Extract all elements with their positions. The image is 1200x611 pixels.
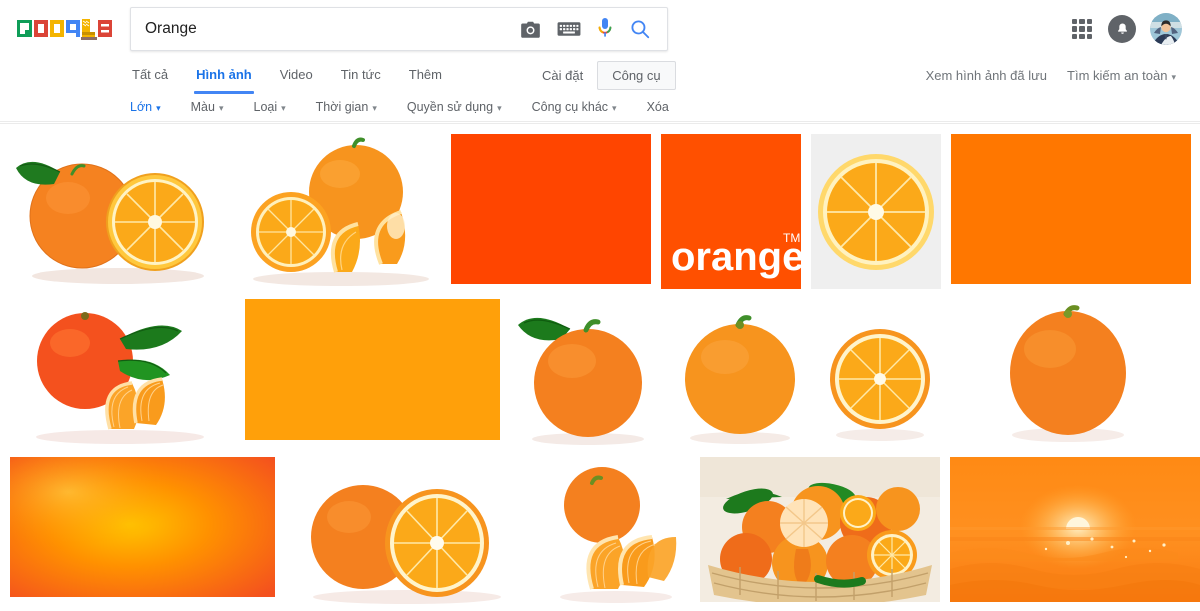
saved-images-link[interactable]: Xem hình ảnh đã lưu xyxy=(926,68,1047,83)
brand-tile-tm: TM xyxy=(783,231,800,245)
result-orange-sunset-illustration[interactable] xyxy=(950,457,1200,602)
filter-color-label: Màu xyxy=(190,99,215,114)
safesearch-label: Tìm kiếm an toàn xyxy=(1067,67,1168,83)
filter-time[interactable]: Thời gian ▾ xyxy=(316,100,393,114)
notifications-bell-icon[interactable] xyxy=(1108,15,1136,43)
camera-icon[interactable] xyxy=(520,20,541,39)
filter-clear[interactable]: Xóa xyxy=(647,100,685,114)
result-orange-with-leaf-stem[interactable] xyxy=(510,299,660,447)
nav-far-right-links: Xem hình ảnh đã lưu Tìm kiếm an toàn ▾ xyxy=(926,68,1186,83)
account-avatar[interactable] xyxy=(1150,13,1182,45)
filter-color[interactable]: Màu ▾ xyxy=(191,100,240,114)
nav-settings-tools: Cài đặt Công cụ xyxy=(542,60,676,90)
keyboard-icon[interactable] xyxy=(557,21,581,37)
filter-type[interactable]: Loại ▾ xyxy=(254,100,302,114)
brand-tile-wordmark: orange xyxy=(671,235,801,279)
chevron-down-icon: ▾ xyxy=(612,102,617,113)
search-box[interactable] xyxy=(130,7,668,51)
search-icon[interactable] xyxy=(629,18,651,40)
search-box-icons xyxy=(520,17,667,41)
tab-all[interactable]: Tất cả xyxy=(130,58,182,92)
result-mandarin-peeled-segments[interactable] xyxy=(540,457,690,605)
result-whole-orange-tall[interactable] xyxy=(950,299,1180,447)
google-logo[interactable] xyxy=(16,12,112,46)
result-orange-with-leaf-and-half[interactable] xyxy=(10,134,226,289)
result-half-orange-slice[interactable] xyxy=(820,299,940,447)
filter-more-tools[interactable]: Công cụ khác ▾ xyxy=(532,100,633,114)
image-filters-row: Lớn ▾ Màu ▾ Loại ▾ Thời gian ▾ Quyền sử dụng… xyxy=(0,92,1200,122)
tab-images[interactable]: Hình ảnh xyxy=(182,58,266,94)
filter-usage-rights-label: Quyền sử dụng xyxy=(406,99,494,114)
filter-size[interactable]: Lớn ▾ xyxy=(130,100,177,114)
header-top-row xyxy=(0,0,1200,58)
tab-news[interactable]: Tin tức xyxy=(327,58,395,92)
result-orange-composition-wedges[interactable] xyxy=(236,134,441,289)
search-input[interactable] xyxy=(131,8,520,50)
filter-usage-rights[interactable]: Quyền sử dụng ▾ xyxy=(407,100,518,114)
filter-more-tools-label: Công cụ khác xyxy=(531,99,609,114)
result-orange-pair-with-half[interactable] xyxy=(285,457,530,605)
settings-link[interactable]: Cài đặt xyxy=(542,68,583,83)
result-orange-slice-cross-section[interactable] xyxy=(811,134,941,289)
result-whole-orange[interactable] xyxy=(670,299,810,447)
chevron-down-icon: ▾ xyxy=(156,102,161,113)
filter-time-label: Thời gian xyxy=(315,99,369,114)
image-results-grid: orange TM xyxy=(0,124,1200,611)
safesearch-dropdown[interactable]: Tìm kiếm an toàn ▾ xyxy=(1067,68,1176,83)
result-orange-gradient-background[interactable] xyxy=(10,457,275,597)
result-basket-of-oranges[interactable] xyxy=(700,457,940,602)
results-row xyxy=(0,457,1200,605)
page-header: Tất cả Hình ảnh Video Tin tức Thêm Cài đ… xyxy=(0,0,1200,124)
tab-more[interactable]: Thêm xyxy=(395,58,456,92)
header-right-actions xyxy=(1070,13,1186,45)
search-type-tabs: Tất cả Hình ảnh Video Tin tức Thêm xyxy=(130,58,456,94)
apps-grid-icon[interactable] xyxy=(1070,17,1094,41)
tools-button[interactable]: Công cụ xyxy=(597,60,676,90)
result-solid-red-orange-block[interactable] xyxy=(451,134,651,284)
result-solid-orange-block[interactable] xyxy=(951,134,1191,284)
result-mandarin-with-leaves-segments[interactable] xyxy=(10,299,235,447)
tab-videos[interactable]: Video xyxy=(266,58,327,92)
microphone-icon[interactable] xyxy=(597,17,613,41)
filter-clear-label: Xóa xyxy=(646,99,669,114)
filter-size-label: Lớn xyxy=(130,99,153,114)
chevron-down-icon: ▾ xyxy=(281,102,286,113)
chevron-down-icon: ▾ xyxy=(372,102,377,113)
results-row xyxy=(0,299,1200,447)
nav-tabs-row: Tất cả Hình ảnh Video Tin tức Thêm Cài đ… xyxy=(0,58,1200,94)
result-orange-brand-logo[interactable]: orange TM xyxy=(661,134,801,289)
filter-type-label: Loại xyxy=(253,99,278,114)
chevron-down-icon: ▾ xyxy=(497,102,502,113)
chevron-down-icon: ▾ xyxy=(1171,71,1176,82)
chevron-down-icon: ▾ xyxy=(218,102,224,113)
results-row: orange TM xyxy=(0,134,1200,289)
result-solid-amber-block[interactable] xyxy=(245,299,500,440)
